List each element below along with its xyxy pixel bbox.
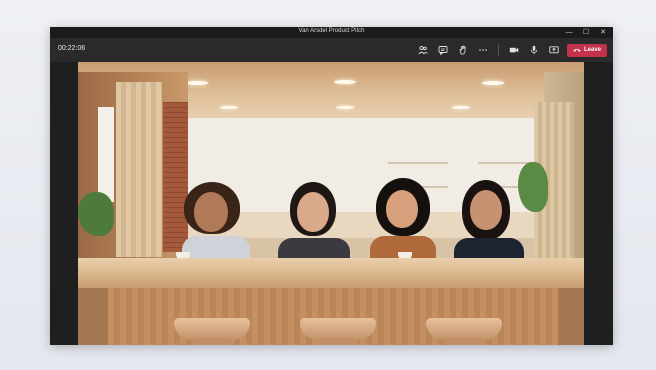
people-icon[interactable]	[416, 43, 430, 57]
participant-face	[470, 190, 502, 230]
stool-base	[318, 338, 358, 345]
table-top	[78, 258, 584, 288]
microphone-icon[interactable]	[527, 43, 541, 57]
participant-face	[194, 192, 228, 232]
participant-video[interactable]	[454, 180, 534, 262]
stool	[426, 318, 502, 340]
more-icon[interactable]	[476, 43, 490, 57]
leave-label: Leave	[583, 47, 601, 53]
ceiling-light	[452, 106, 470, 109]
chat-icon[interactable]	[436, 43, 450, 57]
toolbar-controls: Leave	[416, 41, 607, 59]
close-button[interactable]: ✕	[599, 27, 607, 38]
participant-face	[297, 192, 329, 232]
participant-video[interactable]	[370, 178, 450, 262]
stool	[300, 318, 376, 340]
meeting-window: Van Arsdel Product Pitch — ☐ ✕ 00:22:06	[50, 27, 613, 345]
stool	[174, 318, 250, 340]
share-icon[interactable]	[547, 43, 561, 57]
participant-face	[386, 190, 418, 228]
plant-left	[78, 192, 114, 236]
shelf	[388, 162, 448, 164]
meeting-toolbar: 00:22:06 Leave	[50, 38, 613, 62]
leave-button[interactable]: Leave	[567, 43, 607, 57]
phone-hangup-icon	[573, 48, 581, 52]
window-title: Van Arsdel Product Pitch	[298, 28, 365, 34]
title-bar: Van Arsdel Product Pitch — ☐ ✕	[50, 27, 613, 38]
call-timer: 00:22:06	[58, 45, 86, 52]
stool-base	[444, 338, 484, 345]
participant-video[interactable]	[278, 182, 358, 262]
ceiling-light	[334, 80, 356, 84]
together-mode-scene	[78, 62, 584, 345]
stool-base	[192, 338, 232, 345]
window-controls: — ☐ ✕	[565, 27, 607, 38]
shelf	[478, 162, 528, 164]
ceiling-light	[482, 81, 504, 85]
minimize-button[interactable]: —	[565, 27, 573, 38]
ceiling-light	[186, 81, 208, 85]
ceiling-light	[220, 106, 238, 109]
participant-video[interactable]	[178, 182, 258, 262]
left-curtain	[116, 82, 162, 257]
ceiling-light	[336, 106, 354, 109]
camera-icon[interactable]	[507, 43, 521, 57]
maximize-button[interactable]: ☐	[582, 27, 590, 38]
toolbar-separator	[498, 44, 499, 56]
raise-hand-icon[interactable]	[456, 43, 470, 57]
left-window	[98, 107, 114, 202]
